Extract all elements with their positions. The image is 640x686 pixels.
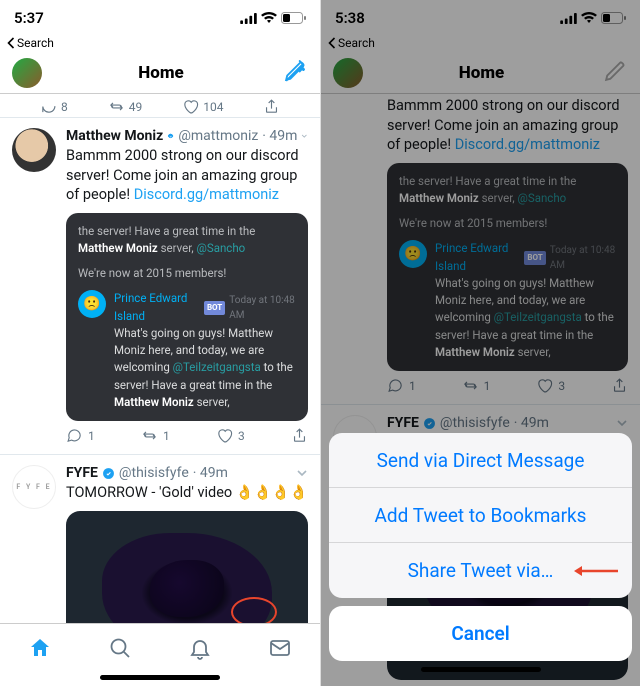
page-title: Home [138,63,183,83]
discord-embed: the server! Have a great time in the Mat… [66,213,308,422]
discord-bot-avatar: 🙁 [78,290,106,318]
signal-icon [240,13,257,24]
back-to-search[interactable]: Search [0,36,320,52]
bottom-tab-bar [0,623,320,671]
home-indicator[interactable] [421,667,541,672]
chevron-down-icon[interactable] [301,130,308,142]
share-icon [263,98,280,115]
tweet-age: · 49m [193,465,228,481]
status-bar: 5:37 [0,0,320,36]
reply-icon [66,427,83,444]
tweet-author-handle: @thisisfyfe [119,465,189,481]
tweet-age: · 49m [262,128,297,144]
search-tab-icon[interactable] [108,636,132,660]
tweet-actions: 1 1 3 [66,421,308,448]
right-screenshot: 5:38 Search Home Bammm 2 [320,0,640,686]
verified-badge-icon [167,130,174,143]
compose-tweet-icon [282,60,307,85]
tweet-author-handle: @mattmoniz [178,128,258,144]
tweet-author-name: Matthew Moniz [66,128,163,144]
feed[interactable]: 8 49 104 Matthew Moniz @mattmoniz · 49m … [0,94,320,623]
chevron-left-icon [6,37,15,49]
tweet-fyfe[interactable]: F Y F E FYFE @thisisfyfe · 49m TOMORROW … [0,455,320,623]
left-screenshot: 5:37 Search Home 8 49 104 [0,0,320,686]
tweet-author-name: FYFE [66,465,98,481]
action-sheet: Send via Direct Message Add Tweet to Boo… [329,433,632,678]
share-button[interactable] [291,427,308,444]
top-bar: Home [0,52,320,94]
tweet-link[interactable]: Discord.gg/mattmoniz [134,186,279,203]
share-icon [291,427,308,444]
retweet-button[interactable]: 1 [141,427,170,444]
status-time: 5:37 [14,9,240,27]
prev-tweet-stats: 8 49 104 [0,94,320,117]
home-tab-icon[interactable] [28,636,52,660]
verified-badge-icon [102,467,115,480]
action-sheet-options: Send via Direct Message Add Tweet to Boo… [329,433,632,598]
tweet-body: Bammm 2000 strong on our discord server!… [66,146,308,205]
home-indicator[interactable] [100,675,220,680]
send-via-dm-option[interactable]: Send via Direct Message [329,433,632,488]
reply-icon [40,98,57,115]
like-button[interactable]: 3 [216,427,245,444]
messages-tab-icon[interactable] [268,636,292,660]
tweet-body: TOMORROW - 'Gold' video 👌👌👌👌 [66,483,308,503]
reply-button[interactable]: 1 [66,427,95,444]
like-icon [216,427,233,444]
profile-avatar[interactable] [12,58,42,88]
avatar[interactable]: F Y F E [12,465,56,509]
tweet-media[interactable] [66,511,308,623]
add-bookmark-option[interactable]: Add Tweet to Bookmarks [329,488,632,543]
share-via-option[interactable]: Share Tweet via… [329,543,632,598]
retweet-icon [108,98,125,115]
compose-button[interactable] [280,59,308,87]
chevron-down-icon[interactable] [296,467,308,479]
annotation-arrow [572,564,618,578]
battery-icon [281,12,306,24]
cancel-button[interactable]: Cancel [329,606,632,661]
like-icon [182,98,199,115]
wifi-icon [261,12,277,24]
notifications-tab-icon[interactable] [188,636,212,660]
retweet-icon [141,427,158,444]
avatar[interactable] [12,128,56,172]
tweet-moniz[interactable]: Matthew Moniz @mattmoniz · 49m Bammm 200… [0,118,320,454]
